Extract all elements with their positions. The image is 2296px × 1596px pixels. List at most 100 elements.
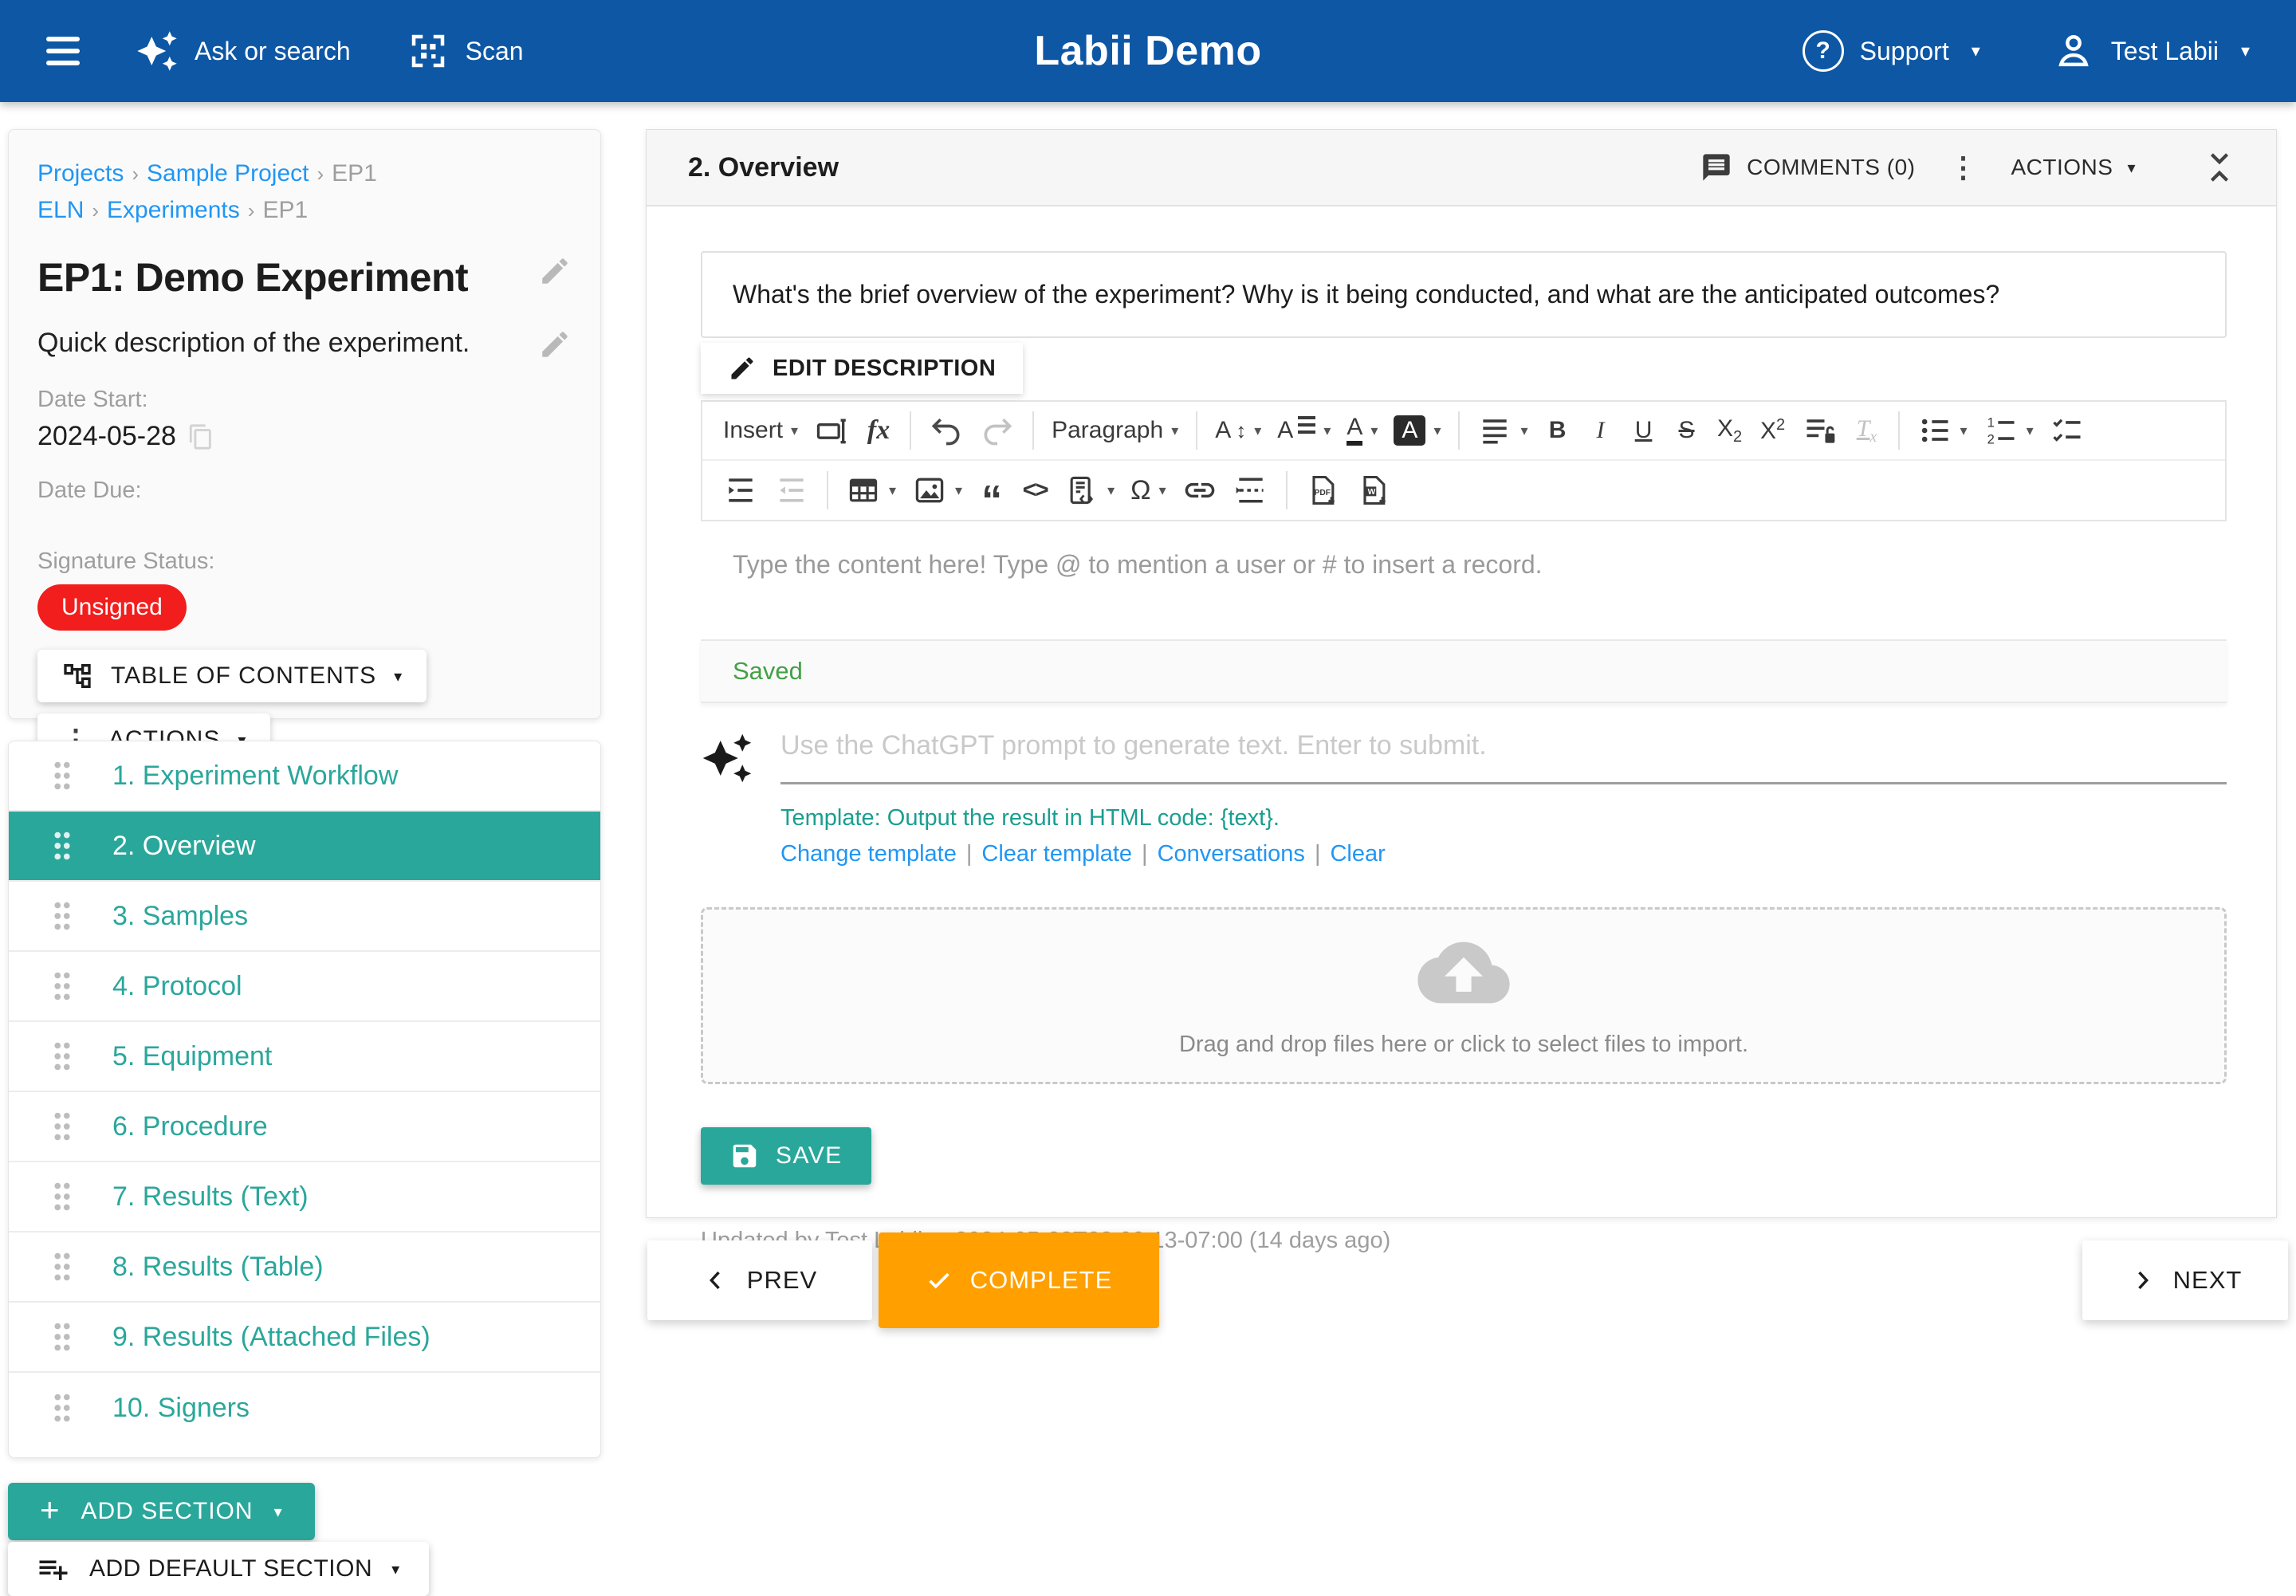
checklist-button[interactable] <box>2042 408 2093 453</box>
edit-title-icon[interactable] <box>538 254 572 288</box>
drag-handle-icon[interactable] <box>44 827 81 864</box>
section-item-results-table[interactable]: 8. Results (Table) <box>9 1232 600 1303</box>
drag-handle-icon[interactable] <box>44 1319 81 1355</box>
breadcrumb-link[interactable]: Projects <box>37 160 124 187</box>
chatgpt-prompt-block: Use the ChatGPT prompt to generate text.… <box>701 730 2227 867</box>
clear-link[interactable]: Clear <box>1330 841 1385 867</box>
drag-handle-icon[interactable] <box>44 757 81 794</box>
redo-button[interactable] <box>972 408 1023 453</box>
inline-code-button[interactable]: <> <box>1013 468 1056 513</box>
support-label: Support <box>1860 37 1949 66</box>
font-color-dropdown[interactable]: A▾ <box>1339 408 1386 453</box>
chatgpt-prompt-input[interactable]: Use the ChatGPT prompt to generate text.… <box>780 730 2227 784</box>
superscript-button[interactable]: X2 <box>1751 408 1795 453</box>
breadcrumb-eln: ELN›Experiments›EP1 <box>37 192 572 229</box>
prev-button[interactable]: PREV <box>647 1240 872 1320</box>
bullet-list-dropdown[interactable]: ▾ <box>1909 408 1976 453</box>
change-template-link[interactable]: Change template <box>780 841 957 867</box>
template-links: Change template|Clear template|Conversat… <box>780 841 2227 867</box>
copy-icon[interactable] <box>187 423 214 450</box>
edit-description-button[interactable]: EDIT DESCRIPTION <box>701 343 1023 394</box>
section-item-results-text[interactable]: 7. Results (Text) <box>9 1162 600 1232</box>
conversations-link[interactable]: Conversations <box>1158 841 1305 867</box>
section-question: What's the brief overview of the experim… <box>701 251 2227 338</box>
save-button[interactable]: SAVE <box>701 1127 871 1185</box>
content-editor[interactable]: Type the content here! Type @ to mention… <box>701 521 2227 639</box>
code-block-dropdown[interactable]: ▾ <box>1056 468 1122 513</box>
sparkle-icon <box>136 29 179 73</box>
image-dropdown[interactable]: ▾ <box>904 468 970 513</box>
undo-button[interactable] <box>921 408 972 453</box>
drag-handle-icon[interactable] <box>44 968 81 1004</box>
user-menu[interactable]: Test Labii ▾ <box>2052 29 2250 73</box>
section-header: 2. Overview COMMENTS (0) ⋮ ACTIONS ▾ <box>647 130 2276 206</box>
italic-button[interactable]: I <box>1579 408 1622 453</box>
comments-button[interactable]: COMMENTS (0) <box>1689 151 1926 183</box>
cloud-upload-icon <box>1416 934 1512 1011</box>
page-break-button[interactable] <box>1225 468 1276 513</box>
ask-or-search-button[interactable]: Ask or search <box>136 29 351 73</box>
subscript-button[interactable]: X2 <box>1708 408 1751 453</box>
add-default-section-button[interactable]: ADD DEFAULT SECTION ▾ <box>8 1542 429 1596</box>
editor-placeholder: Type the content here! Type @ to mention… <box>733 550 1543 579</box>
add-section-button[interactable]: + ADD SECTION ▾ <box>8 1483 315 1540</box>
menu-icon[interactable] <box>46 37 80 65</box>
section-item-samples[interactable]: 3. Samples <box>9 882 600 952</box>
save-label: SAVE <box>776 1142 843 1169</box>
highlight-color-dropdown[interactable]: A▾ <box>1386 408 1449 453</box>
numbered-list-dropdown[interactable]: 12▾ <box>1976 408 2042 453</box>
align-dropdown[interactable]: ▾ <box>1469 408 1535 453</box>
drag-handle-icon[interactable] <box>44 1248 81 1285</box>
next-button[interactable]: NEXT <box>2082 1240 2288 1320</box>
special-character-dropdown[interactable]: Ω▾ <box>1122 468 1174 513</box>
edit-description-icon[interactable] <box>538 328 572 361</box>
table-dropdown[interactable]: ▾ <box>838 468 904 513</box>
indent-button[interactable] <box>715 468 766 513</box>
complete-button[interactable]: COMPLETE <box>879 1232 1159 1328</box>
font-size-dropdown[interactable]: A↕▾ <box>1207 408 1269 453</box>
drag-handle-icon[interactable] <box>44 1038 81 1075</box>
date-start-value: 2024-05-28 <box>37 421 176 452</box>
table-of-contents-button[interactable]: TABLE OF CONTENTS ▾ <box>37 650 427 702</box>
scan-button[interactable]: Scan <box>407 29 524 73</box>
drag-handle-icon[interactable] <box>44 1108 81 1145</box>
link-button[interactable] <box>1174 468 1225 513</box>
clear-template-link[interactable]: Clear template <box>981 841 1132 867</box>
svg-text:1: 1 <box>1987 415 1994 430</box>
template-text: Template: Output the result in HTML code… <box>780 805 2227 831</box>
section-item-results-files[interactable]: 9. Results (Attached Files) <box>9 1303 600 1373</box>
outdent-button[interactable] <box>766 468 817 513</box>
section-item-equipment[interactable]: 5. Equipment <box>9 1022 600 1092</box>
breadcrumb-link[interactable]: Sample Project <box>147 160 309 187</box>
section-item-procedure[interactable]: 6. Procedure <box>9 1092 600 1162</box>
drag-handle-icon[interactable] <box>44 1178 81 1215</box>
insert-field-button[interactable] <box>806 408 857 453</box>
export-word-button[interactable]: W <box>1348 468 1399 513</box>
strikethrough-button[interactable]: S <box>1665 408 1708 453</box>
export-pdf-button[interactable]: PDF <box>1297 468 1348 513</box>
paragraph-dropdown[interactable]: Paragraph▾ <box>1044 408 1186 453</box>
collapse-section-button[interactable] <box>2201 149 2238 186</box>
kebab-icon[interactable]: ⋮ <box>1948 153 1977 182</box>
breadcrumb-link[interactable]: Experiments <box>107 197 240 223</box>
insert-dropdown[interactable]: Insert▾ <box>715 408 806 453</box>
add-default-section-label: ADD DEFAULT SECTION <box>89 1555 372 1582</box>
drag-handle-icon[interactable] <box>44 898 81 934</box>
underline-button[interactable]: U <box>1622 408 1665 453</box>
section-actions-button[interactable]: ACTIONS ▾ <box>1999 155 2147 180</box>
font-family-dropdown[interactable]: A▾ <box>1269 408 1339 453</box>
drag-handle-icon[interactable] <box>44 1390 81 1426</box>
comment-icon <box>1700 151 1732 183</box>
lock-lines-button[interactable] <box>1795 408 1846 453</box>
section-item-overview-active[interactable]: 2. Overview <box>9 812 600 882</box>
section-item-protocol[interactable]: 4. Protocol <box>9 952 600 1022</box>
blockquote-button[interactable]: “ <box>970 468 1013 513</box>
support-menu[interactable]: ? Support ▾ <box>1803 30 1980 72</box>
remove-format-button[interactable]: Tx <box>1846 408 1889 453</box>
section-item-experiment-workflow[interactable]: 1. Experiment Workflow <box>9 741 600 812</box>
math-button[interactable]: fx <box>857 408 900 453</box>
breadcrumb-link[interactable]: ELN <box>37 197 84 223</box>
section-item-signers[interactable]: 10. Signers <box>9 1373 600 1443</box>
bold-button[interactable]: B <box>1536 408 1579 453</box>
file-dropzone[interactable]: Drag and drop files here or click to sel… <box>701 907 2227 1084</box>
